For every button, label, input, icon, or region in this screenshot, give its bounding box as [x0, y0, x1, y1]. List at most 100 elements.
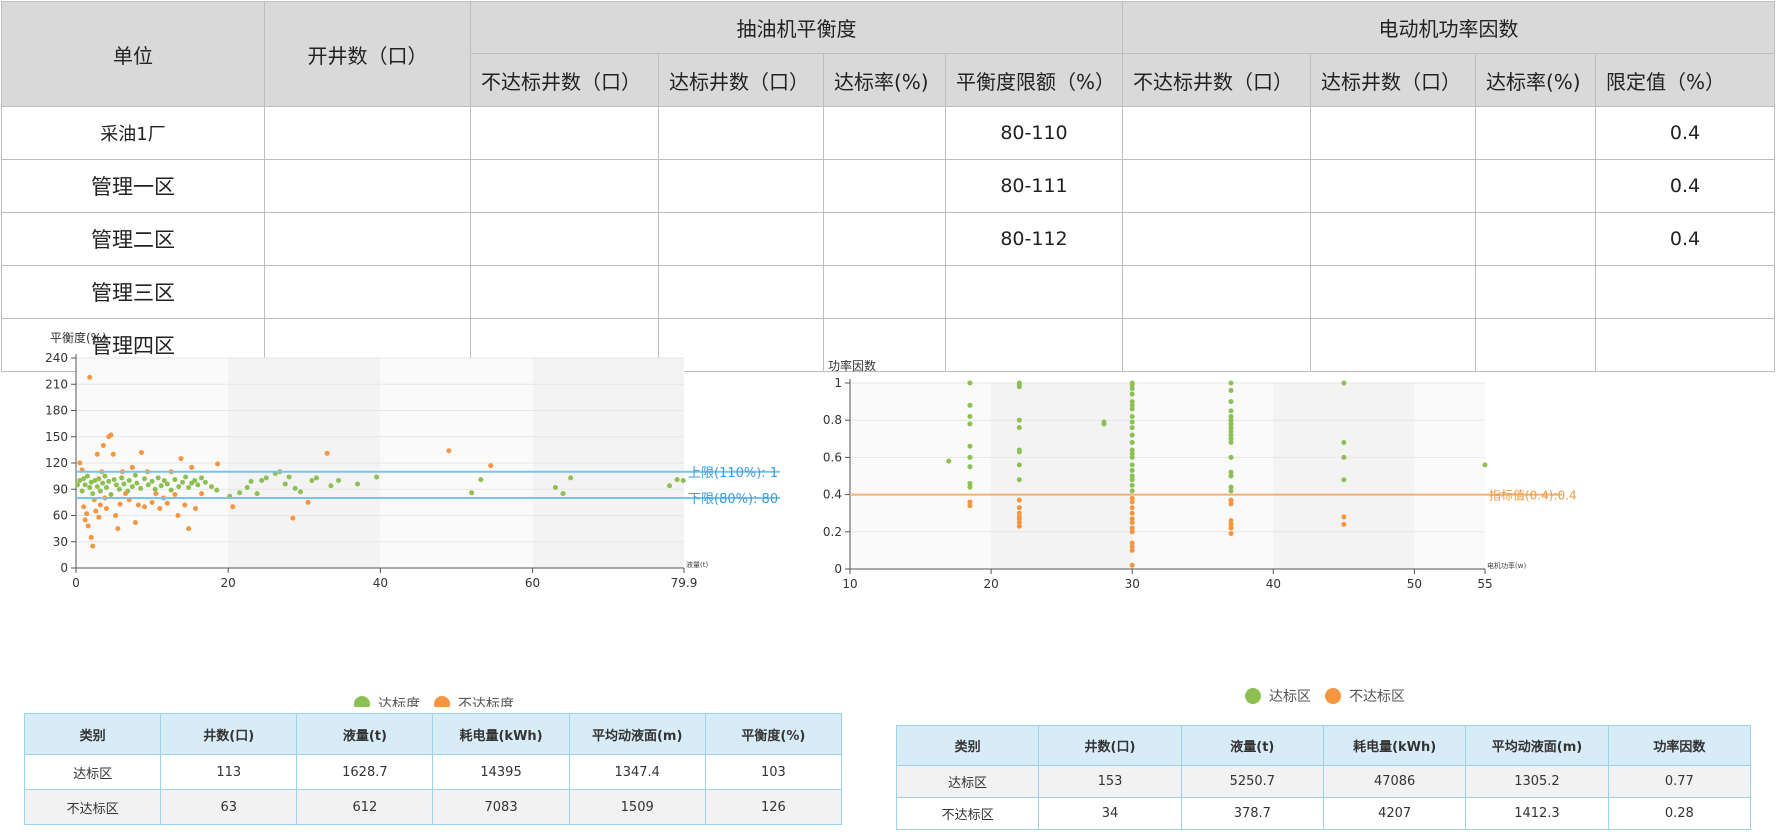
y-tick-label: 0 [834, 562, 842, 576]
point-qualified [164, 481, 170, 487]
y-axis-title: 功率因数 [828, 360, 876, 373]
point-qualified [946, 458, 952, 464]
point-qualified [102, 473, 108, 479]
legend-label: 达标度 [378, 697, 420, 707]
point-qualified [1228, 408, 1234, 414]
point-qualified [168, 487, 174, 493]
point-unqualified [199, 491, 205, 497]
table-row: 管理一区 80-111 0.4 [1, 159, 1775, 213]
legend-item-unqualified[interactable]: 不达标度 [434, 694, 514, 707]
legend-label: 不达标度 [458, 697, 514, 707]
point-qualified [1016, 449, 1022, 455]
x-tick-label: 0 [72, 576, 80, 590]
y-tick-label: 0.4 [823, 488, 842, 502]
legend-item-unqualified[interactable]: 不达标区 [1325, 686, 1405, 706]
cell: 126 [704, 789, 843, 825]
cell-power-limit: 0.4 [1595, 106, 1775, 160]
upper-limit-label: 上限(110%): 1 [688, 466, 778, 481]
x-tick-label: 40 [1266, 577, 1281, 591]
point-qualified [1228, 380, 1234, 386]
point-qualified [1129, 440, 1135, 446]
point-unqualified [215, 461, 221, 467]
cell-unit: 管理一区 [1, 159, 265, 213]
cell: 1509 [568, 789, 706, 825]
point-unqualified [149, 499, 155, 505]
point-qualified [1129, 467, 1135, 473]
point-unqualified [108, 432, 114, 438]
point-qualified [113, 482, 119, 488]
cell-balance-limit: 80-110 [945, 106, 1123, 160]
y-tick-label: 0.2 [823, 525, 842, 539]
point-qualified [158, 483, 164, 489]
point-qualified [199, 475, 205, 481]
point-qualified [292, 485, 298, 491]
point-qualified [97, 488, 103, 494]
x-tick-label: 10 [842, 577, 857, 591]
point-qualified [297, 489, 303, 495]
cell: 4207 [1322, 797, 1467, 830]
point-qualified [1129, 432, 1135, 438]
cell: 113 [160, 754, 298, 790]
cell-unit: 管理三区 [1, 265, 265, 319]
point-qualified [282, 481, 288, 487]
x-tick-label: 20 [221, 576, 236, 590]
cell: 达标区 [23, 754, 162, 790]
point-qualified [1228, 488, 1234, 494]
point-qualified [967, 413, 973, 419]
point-qualified [568, 475, 574, 481]
point-qualified [183, 474, 189, 480]
point-qualified [1341, 477, 1347, 483]
point-qualified [967, 380, 973, 386]
point-qualified [967, 464, 973, 470]
point-unqualified [103, 506, 109, 511]
point-qualified [1341, 440, 1347, 446]
point-unqualified [135, 502, 141, 508]
y-tick-label: 0 [60, 561, 68, 575]
point-unqualified [172, 492, 178, 497]
legend-dot-icon [354, 696, 370, 707]
point-unqualified [81, 504, 87, 510]
point-qualified [1129, 462, 1135, 468]
point-qualified [1016, 462, 1022, 468]
point-qualified [336, 478, 342, 483]
point-qualified [129, 484, 135, 490]
legend-dot-icon [434, 696, 450, 707]
point-qualified [1129, 454, 1135, 460]
point-qualified [1129, 482, 1135, 488]
point-unqualified [1228, 531, 1234, 537]
point-qualified [116, 486, 122, 492]
point-unqualified [82, 517, 88, 523]
cell: 1628.7 [296, 754, 434, 790]
header-power-rate: 达标率(%) [1475, 53, 1596, 107]
col-header: 耗电量(kWh) [432, 713, 570, 755]
power-chart-legend: 达标区 不达标区 [1245, 686, 1419, 706]
y-tick-label: 240 [45, 351, 68, 365]
point-unqualified [192, 506, 198, 511]
y-axis-title: 平衡度(%) [50, 332, 107, 345]
cell: 1305.2 [1465, 765, 1609, 798]
point-unqualified [1129, 529, 1135, 535]
cell: 153 [1038, 765, 1182, 798]
point-unqualified [189, 464, 195, 470]
point-unqualified [164, 500, 170, 506]
point-qualified [96, 476, 102, 482]
point-unqualified [1341, 514, 1347, 520]
legend-item-qualified[interactable]: 达标区 [1245, 686, 1311, 706]
balance-chart-legend: 达标度 不达标度 [354, 689, 528, 707]
y-tick-label: 90 [53, 482, 68, 496]
legend-item-qualified[interactable]: 达标度 [354, 694, 420, 707]
point-qualified [79, 488, 85, 494]
point-qualified [208, 484, 214, 490]
point-unqualified [1341, 521, 1347, 527]
cell-balance-limit [945, 265, 1123, 319]
table-row: 达标区 153 5250.7 47086 1305.2 0.77 [895, 765, 1752, 798]
point-unqualified [153, 491, 159, 497]
point-qualified [309, 478, 315, 483]
point-qualified [478, 477, 484, 483]
point-unqualified [182, 502, 188, 508]
legend-dot-icon [1245, 688, 1261, 704]
point-unqualified [87, 374, 93, 380]
point-unqualified [1016, 497, 1022, 503]
x-tick-label: 60 [525, 576, 540, 590]
point-qualified [286, 474, 292, 480]
